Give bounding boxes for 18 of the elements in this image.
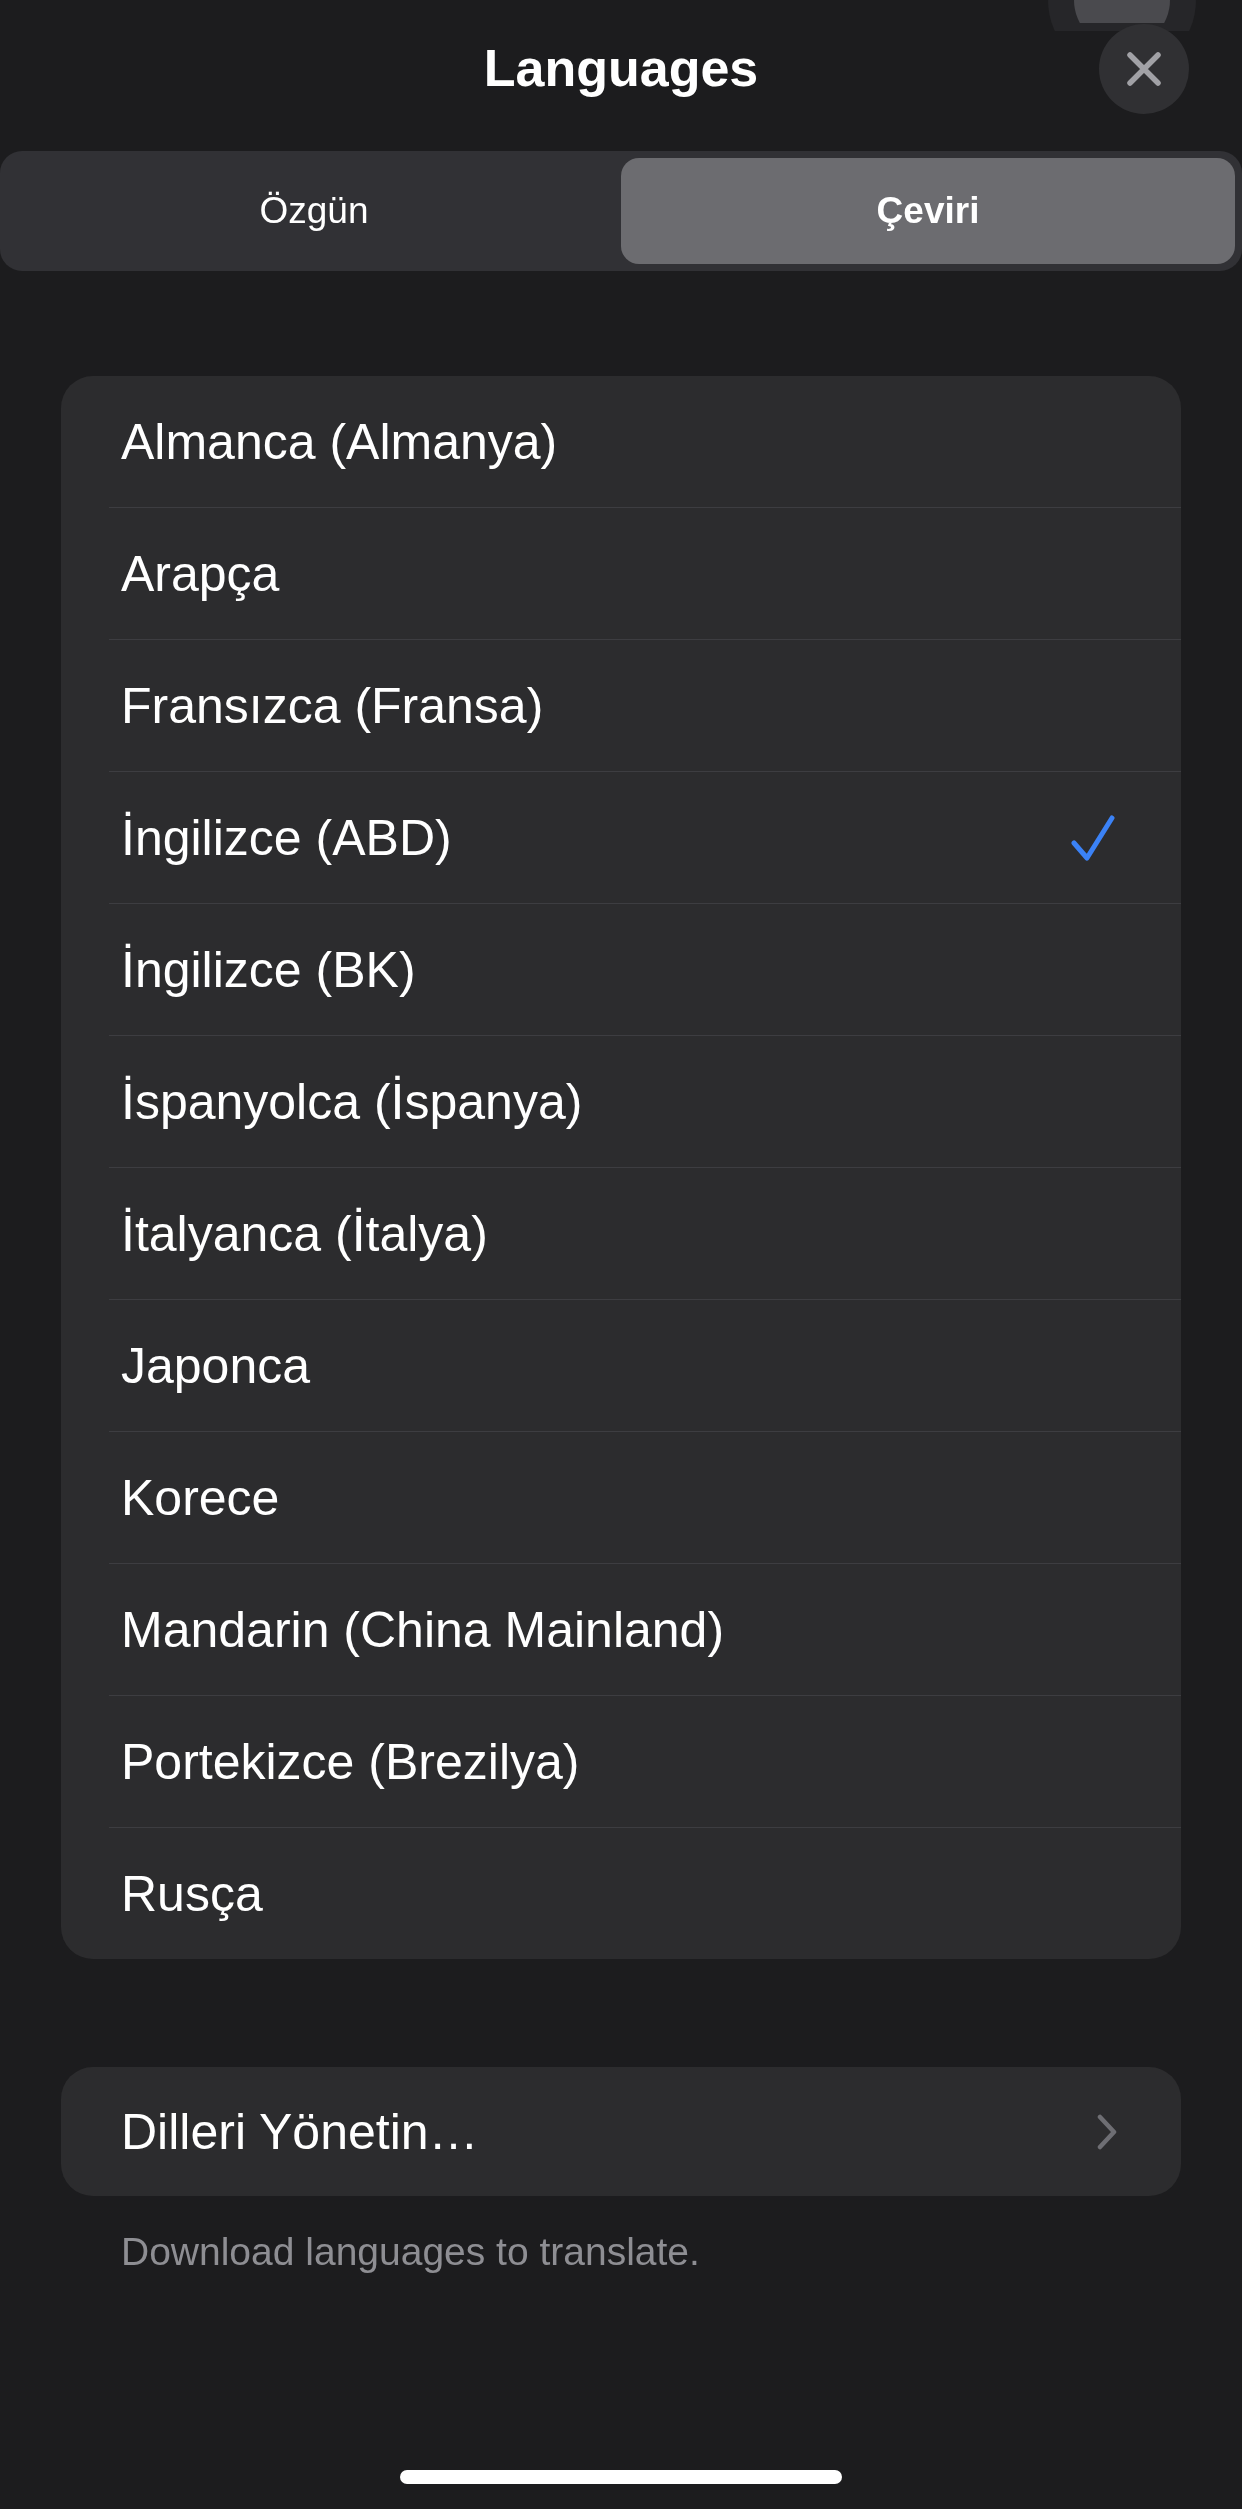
segment-tab[interactable]: Çeviri xyxy=(621,158,1235,264)
footer-note: Download languages to translate. xyxy=(121,2229,700,2275)
language-row[interactable]: Fransızca (Fransa) xyxy=(61,640,1181,771)
language-row[interactable]: İspanyolca (İspanya) xyxy=(61,1036,1181,1167)
manage-languages-row[interactable]: Dilleri Yönetin… xyxy=(61,2067,1181,2196)
segment-tab[interactable]: Özgün xyxy=(7,158,621,264)
language-row[interactable]: İtalyanca (İtalya) xyxy=(61,1168,1181,1299)
chevron-right-icon xyxy=(1097,2113,1117,2150)
close-icon xyxy=(1127,52,1161,86)
language-row[interactable]: Japonca xyxy=(61,1300,1181,1431)
language-row[interactable]: Portekizce (Brezilya) xyxy=(61,1696,1181,1827)
language-row[interactable]: Rusça xyxy=(61,1828,1181,1959)
language-row[interactable]: İngilizce (ABD) xyxy=(61,772,1181,903)
language-row[interactable]: Korece xyxy=(61,1432,1181,1563)
language-row[interactable]: Almanca (Almanya) xyxy=(61,376,1181,507)
language-row[interactable]: İngilizce (BK) xyxy=(61,904,1181,1035)
language-row[interactable]: Arapça xyxy=(61,508,1181,639)
language-row[interactable]: Mandarin (China Mainland) xyxy=(61,1564,1181,1695)
